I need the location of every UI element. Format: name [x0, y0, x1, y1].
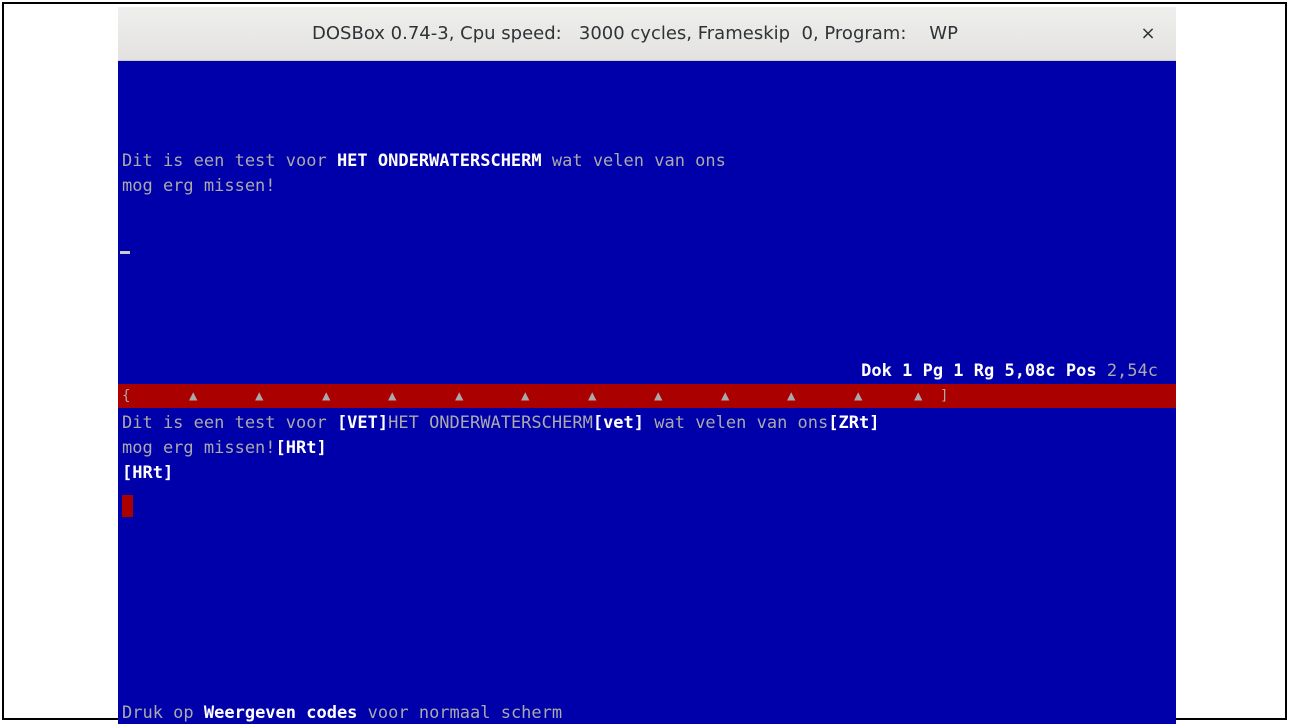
tab-stop-marker: ▲ [521, 388, 530, 404]
block-cursor [122, 495, 133, 517]
close-icon[interactable]: × [1134, 20, 1162, 48]
text-run: Dit is een test voor [122, 151, 337, 171]
format-code: [VET] [336, 413, 389, 433]
tab-stop-marker: ▲ [388, 388, 397, 404]
text-run: Dit is een test voor [122, 413, 337, 433]
title-bar[interactable]: DOSBox 0.74-3, Cpu speed: 3000 cycles, F… [118, 7, 1176, 61]
format-code: [vet] [592, 413, 645, 433]
tab-stop-marker: ▲ [189, 388, 198, 404]
format-code: [HRt] [275, 438, 327, 458]
ruler-right-margin: ] [940, 388, 949, 404]
ruler-left-margin: { [122, 388, 131, 404]
text-cursor [120, 251, 130, 254]
text-run: mog erg missen! [122, 438, 276, 458]
dosbox-window: DOSBox 0.74-3, Cpu speed: 3000 cycles, F… [118, 7, 1176, 724]
window-title: DOSBox 0.74-3, Cpu speed: 3000 cycles, F… [312, 23, 958, 44]
format-code: [ZRt] [828, 413, 880, 433]
wordperfect-screen[interactable]: Dit is een test voor HET ONDERWATERSCHER… [118, 61, 1176, 724]
text-run: HET ONDERWATERSCHERM [388, 413, 593, 433]
tab-stop-marker: ▲ [854, 388, 863, 404]
footer-prompt: Druk op Weergeven codes voor normaal sch… [122, 701, 562, 724]
document-line-2: mog erg missen! [122, 176, 276, 196]
text-run: voor normaal scherm [357, 703, 563, 723]
text-run: Druk op [122, 703, 204, 723]
document-line-1: Dit is een test voor HET ONDERWATERSCHER… [122, 149, 726, 173]
status-doc-page-line: Dok 1 Pg 1 Rg 5,08c Pos [861, 361, 1107, 381]
format-code: [HRt] [122, 463, 174, 483]
tab-stop-marker: ▲ [914, 388, 923, 404]
codes-line-2: mog erg missen![HRt] [122, 436, 327, 460]
tab-stop-marker: ▲ [588, 388, 597, 404]
tab-stop-marker: ▲ [255, 388, 264, 404]
tab-stop-marker: ▲ [654, 388, 663, 404]
codes-line-1: Dit is een test voor [VET]HET ONDERWATER… [122, 411, 879, 435]
codes-line-3: [HRt] [122, 461, 173, 485]
tab-stop-marker: ▲ [455, 388, 464, 404]
bold-text-run: HET ONDERWATERSCHERM [336, 151, 542, 171]
key-name: Weergeven codes [203, 703, 358, 723]
tab-ruler: { ▲ ▲ ▲ ▲ ▲ ▲ ▲ ▲ ▲ ▲ ▲ ▲ ] [118, 384, 1176, 408]
text-run: wat velen van ons [541, 151, 726, 171]
text-run: wat velen van ons [644, 413, 829, 433]
tab-stop-marker: ▲ [787, 388, 796, 404]
status-position: 2,54c [1106, 361, 1158, 381]
tab-stop-marker: ▲ [322, 388, 331, 404]
status-line: Dok 1 Pg 1 Rg 5,08c Pos 2,54c [861, 359, 1158, 383]
tab-stop-marker: ▲ [721, 388, 730, 404]
